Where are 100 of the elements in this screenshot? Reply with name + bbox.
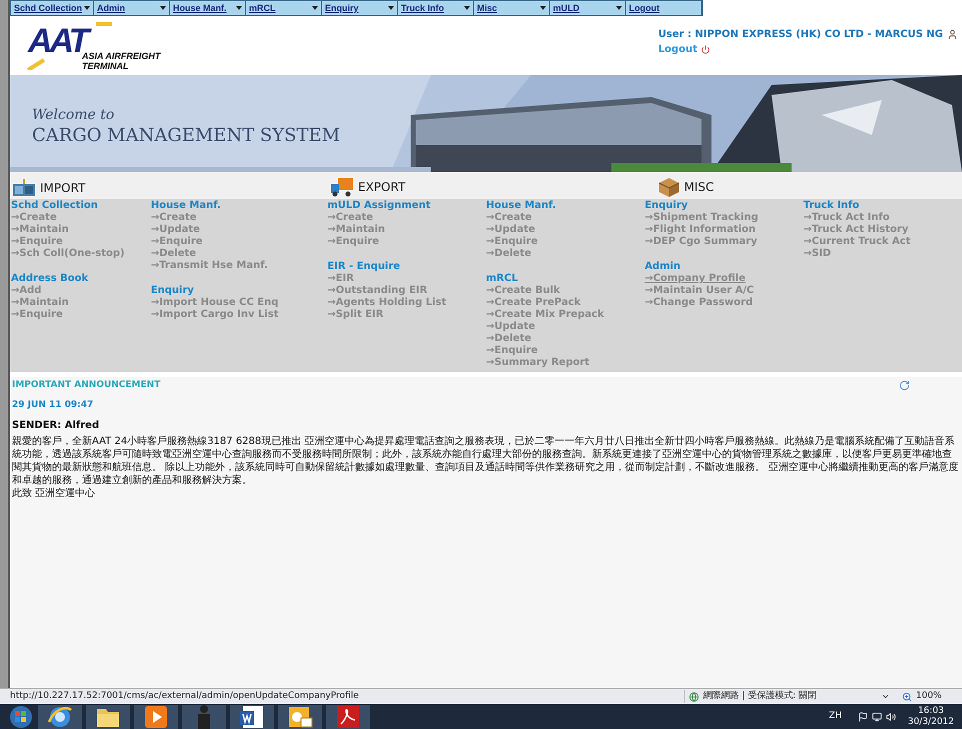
group-heading: mRCL: [486, 273, 518, 285]
menu-link[interactable]: →Truck Act History: [803, 224, 908, 236]
menu-link[interactable]: →Outstanding EIR: [327, 285, 428, 297]
group-heading: Truck Info: [803, 200, 860, 212]
group-heading: Enquiry: [644, 200, 688, 212]
nav-menu[interactable]: Admin: [94, 1, 170, 15]
logout-link[interactable]: Logout: [658, 42, 710, 57]
menu-link[interactable]: →Update: [150, 224, 200, 236]
security-zone: 網際網路 | 受保護模式: 關閉: [703, 690, 817, 703]
container-icon: [12, 179, 36, 197]
group-heading: House Manf.: [486, 200, 556, 212]
menu-link[interactable]: →Enquire: [486, 345, 538, 357]
menu-link[interactable]: →Enquire: [150, 236, 203, 248]
announcement-text: 此致 亞洲空運中心: [12, 487, 96, 500]
menu-link[interactable]: →Create: [150, 212, 197, 224]
welcome-text: Welcome to: [32, 107, 114, 124]
menu-link[interactable]: →Enquire: [327, 236, 380, 248]
refresh-icon[interactable]: [899, 380, 910, 392]
menu-link[interactable]: →Create: [11, 212, 57, 224]
menu-link[interactable]: →Create Mix Prepack: [486, 309, 604, 321]
volume-icon[interactable]: [886, 712, 896, 722]
caret-icon: [160, 6, 166, 10]
menu-link[interactable]: →Import House CC Enq: [150, 297, 278, 309]
group-heading: Enquiry: [150, 285, 194, 297]
menu-link[interactable]: →Maintain User A/C: [644, 285, 754, 297]
caret-icon: [388, 6, 394, 10]
nav-menu[interactable]: Schd Collection: [11, 1, 94, 15]
menu-link[interactable]: →Create PrePack: [486, 297, 581, 309]
menu-link[interactable]: →Import Cargo Inv List: [150, 309, 278, 321]
menu-link[interactable]: →Delete: [486, 333, 532, 345]
box-icon: [658, 177, 680, 197]
announcement-title: IMPORTANT ANNOUNCEMENT: [12, 379, 160, 392]
menu-link[interactable]: →Maintain: [327, 224, 386, 236]
clock[interactable]: 16:03 30/3/2012: [900, 706, 962, 728]
caret-icon: [312, 6, 318, 10]
menu-link[interactable]: →Shipment Tracking: [644, 212, 758, 224]
menu-link[interactable]: →Add: [11, 285, 42, 297]
nav-menu[interactable]: Misc: [474, 1, 550, 15]
group-heading: EIR - Enquire: [327, 261, 400, 273]
dropdown-icon[interactable]: [881, 692, 890, 701]
menu-link[interactable]: →SID: [803, 248, 831, 260]
flag-icon[interactable]: [858, 712, 868, 722]
menu-link[interactable]: →Summary Report: [486, 357, 590, 369]
section-title: IMPORT: [40, 180, 86, 197]
caret-icon: [540, 6, 546, 10]
nav-menu[interactable]: mULD: [550, 1, 626, 15]
menu-link[interactable]: →Delete: [486, 248, 532, 260]
zoom-icon: [902, 692, 912, 702]
menu-link[interactable]: →Company Profile: [644, 273, 746, 285]
menu-link[interactable]: →Maintain: [11, 297, 69, 309]
banner-title: CARGO MANAGEMENT SYSTEM: [32, 124, 340, 147]
section-title: EXPORT: [358, 179, 406, 196]
menu-link[interactable]: →DEP Cgo Summary: [644, 236, 758, 248]
nav-menu[interactable]: Logout: [626, 1, 702, 15]
nav-menu[interactable]: Truck Info: [398, 1, 474, 15]
user-icon: [947, 29, 958, 40]
menu-link[interactable]: →Change Password: [644, 297, 753, 309]
menu-link[interactable]: →Enquire: [11, 236, 63, 248]
sender-label: SENDER: Alfred: [12, 419, 100, 433]
group-heading: Schd Collection: [11, 200, 98, 212]
globe-icon: [689, 692, 699, 702]
menu-link[interactable]: →Sch Coll(One-stop): [11, 248, 125, 260]
truck-icon: [330, 177, 354, 197]
menu-link[interactable]: →Transmit Hse Manf.: [150, 260, 268, 272]
menu-link[interactable]: →Current Truck Act: [803, 236, 911, 248]
menu-link[interactable]: →Delete: [150, 248, 196, 260]
start-button[interactable]: [8, 704, 34, 728]
section-title: MISC: [684, 179, 714, 196]
caret-icon: [616, 6, 622, 10]
caret-icon: [464, 6, 470, 10]
menu-link[interactable]: →Enquire: [11, 309, 63, 321]
menu-link[interactable]: →Maintain: [11, 224, 69, 236]
pdf-icon[interactable]: [335, 704, 361, 729]
menu-link[interactable]: →Create: [486, 212, 532, 224]
menu-link[interactable]: →Split EIR: [327, 309, 384, 321]
announcement-text: 親愛的客戶，全新AAT 24小時客戶服務熱線3187 6288現已推出 亞洲空運中心為提昇處理電話查詢之服務表現，已於二零一一年六月廿八日推出全新廿四小時客戶服務熱線。此熱線乃是電腦系統配備了互動語音系統功能，透過該系統客戶可隨時致電亞洲空運中心查詢服務而不受服務時間所限制；此外，該系統亦能自行處理大部份的服務查詢。新系統更連接了亞洲空運中心的貨物管理系統之數據庫，以便客戶更易更準確地查閱其貨物的最新狀態和航班信息。 除以上功能外，該系統同時可自動保留統計數據如處理數量、查詢項目及通話時間等供作業務研究之用，從而制定計劃，不斷改進服務。 亞洲空運中心將繼續推動更高的客戶滿意度和卓越的服務，通過建立創新的產品和服務解決方案。: [12, 435, 960, 487]
nav-menu[interactable]: Enquiry: [322, 1, 398, 15]
menu-link[interactable]: →Agents Holding List: [327, 297, 446, 309]
menu-link[interactable]: →Update: [486, 321, 536, 333]
monitor-icon[interactable]: [872, 712, 882, 722]
group-heading: mULD Assignment: [327, 200, 430, 212]
language-indicator[interactable]: ZH: [828, 710, 842, 724]
zoom-level[interactable]: 100%: [916, 690, 942, 704]
menu-link[interactable]: →Create: [327, 212, 374, 224]
caret-icon: [84, 6, 90, 10]
menu-link[interactable]: →Enquire: [486, 236, 538, 248]
menu-link[interactable]: →Create Bulk: [486, 285, 560, 297]
document-icon[interactable]: [239, 704, 265, 729]
menu-link[interactable]: →EIR: [327, 273, 354, 285]
nav-menu[interactable]: mRCL: [246, 1, 322, 15]
menu-link[interactable]: →Truck Act Info: [803, 212, 890, 224]
announcement-date: 29 JUN 11 09:47: [12, 398, 94, 412]
play-icon[interactable]: [144, 704, 168, 728]
power-icon: [701, 45, 710, 54]
nav-menu[interactable]: House Manf.: [170, 1, 246, 15]
menu-link[interactable]: →Update: [486, 224, 536, 236]
group-heading: House Manf.: [150, 200, 221, 212]
caret-icon: [236, 6, 242, 10]
menu-link[interactable]: →Flight Information: [644, 224, 756, 236]
group-heading: Address Book: [11, 273, 88, 285]
